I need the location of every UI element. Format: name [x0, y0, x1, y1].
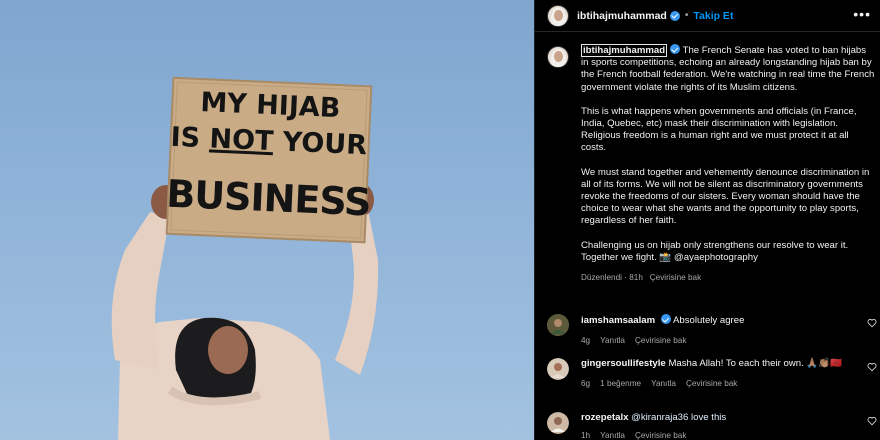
comment-username[interactable]: iamshamsaalam — [581, 315, 655, 326]
sign-line-2-prefix: IS — [169, 121, 211, 155]
heart-outline-icon[interactable] — [867, 362, 877, 372]
caption-time: 81h — [629, 273, 643, 283]
comment-likes[interactable]: 1 beğenme — [600, 379, 641, 388]
comment-time: 1h — [581, 431, 591, 440]
comment-text: @kiranraja36 love this — [631, 412, 727, 423]
sign-line-3: BUSINESS — [165, 171, 372, 225]
caption-text: ibtihajmuhammad The French Senate has vo… — [581, 44, 875, 284]
verified-badge-icon — [669, 10, 680, 21]
translate-link[interactable]: Çevirisine bak — [635, 336, 686, 345]
comment-body: iamshamsaalam Absolutely agree 4g Yanıtla… — [581, 314, 861, 347]
commenter-avatar[interactable] — [547, 358, 569, 380]
comment-item: rozepetalx @kiranraja36 love this 1h Yanı… — [547, 412, 880, 440]
comment-time: 4g — [581, 336, 591, 345]
heart-outline-icon[interactable] — [867, 416, 877, 426]
comment-username[interactable]: rozepetalx — [581, 412, 628, 423]
translate-link[interactable]: Çevirisine bak — [686, 379, 737, 388]
comment-time: 6g — [581, 379, 591, 388]
comment-item: iamshamsaalam Absolutely agree 4g Yanıtla… — [547, 314, 880, 347]
header-username[interactable]: ibtihajmuhammad — [577, 10, 667, 22]
commenter-avatar[interactable] — [547, 314, 569, 336]
post-photo[interactable]: MY HIJAB IS NOT YOUR BUSINESS — [0, 0, 534, 440]
translate-link[interactable]: Çevirisine bak — [635, 431, 686, 440]
reply-button[interactable]: Yanıtla — [651, 379, 676, 388]
comment-item: gingersoullifestyle Masha Allah! To each… — [547, 358, 880, 390]
caption-avatar[interactable] — [547, 46, 569, 68]
caption-paragraph-4: Challenging us on hijab only strengthens… — [581, 239, 849, 263]
verified-badge-icon — [660, 314, 671, 324]
sign-text: MY HIJAB IS NOT YOUR BUSINESS — [165, 76, 372, 245]
comment-meta: 4g Yanıtla Çevirisine bak — [581, 335, 861, 347]
verified-badge-icon — [670, 44, 681, 54]
reply-button[interactable]: Yanıtla — [600, 336, 625, 345]
sign-line-2: IS NOT YOUR — [168, 122, 369, 162]
post-sidebar: ibtihajmuhammad • Takip Et ••• ibtihajmu… — [534, 0, 880, 440]
caption-paragraph-2: This is what happens when governments an… — [581, 105, 857, 154]
commenter-avatar[interactable] — [547, 412, 569, 434]
translate-link[interactable]: Çevirisine bak — [650, 273, 701, 282]
comment-username[interactable]: gingersoullifestyle — [581, 358, 666, 369]
header-separator: • — [684, 10, 689, 21]
heart-outline-icon[interactable] — [867, 318, 877, 328]
follow-button[interactable]: Takip Et — [693, 10, 733, 22]
edited-label: Düzenlendi — [581, 273, 622, 283]
more-horizontal-icon[interactable]: ••• — [853, 7, 871, 21]
post-header: ibtihajmuhammad • Takip Et ••• — [535, 0, 880, 32]
sign-line-1: MY HIJAB — [199, 87, 341, 125]
comment-body: gingersoullifestyle Masha Allah! To each… — [581, 358, 861, 390]
caption-paragraph-1: ibtihajmuhammad The French Senate has vo… — [581, 44, 875, 94]
sign-not-word: NOT — [208, 123, 275, 158]
caption-meta: Düzenlendi · 81h Çevirisine bak — [581, 273, 702, 283]
comment-text: Masha Allah! To each their own. 🙏🏽👏🏽🇲🇦 — [668, 358, 843, 369]
caption-paragraph-3: We must stand together and vehemently de… — [581, 166, 870, 227]
comment-text: Absolutely agree — [672, 315, 745, 326]
comment-meta: 1h Yanıtla Çevirisine bak — [581, 430, 861, 440]
comment-body: rozepetalx @kiranraja36 love this 1h Yanı… — [581, 412, 861, 440]
sign-line-2-suffix: YOUR — [272, 126, 368, 162]
post-caption: ibtihajmuhammad The French Senate has vo… — [547, 44, 875, 284]
comment-meta: 6g 1 beğenme Yanıtla Çevirisine bak — [581, 378, 861, 390]
reply-button[interactable]: Yanıtla — [600, 431, 625, 440]
caption-username[interactable]: ibtihajmuhammad — [581, 44, 668, 57]
avatar[interactable] — [547, 4, 569, 27]
